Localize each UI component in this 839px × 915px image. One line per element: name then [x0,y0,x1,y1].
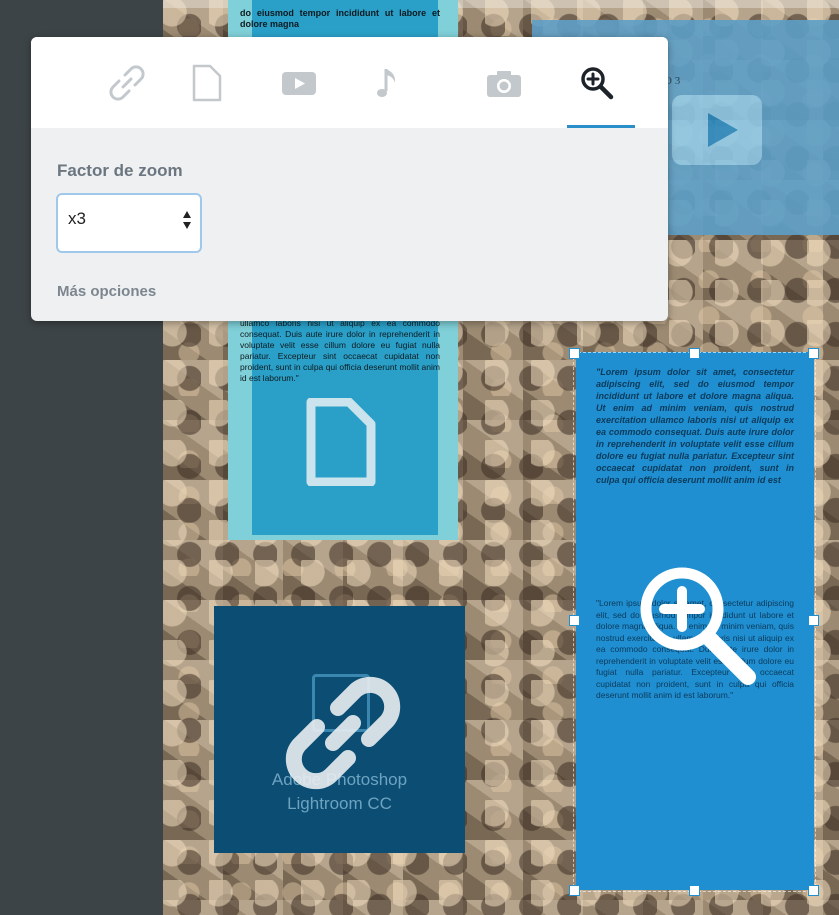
resize-handle-bottom-left[interactable] [569,885,580,896]
tab-document[interactable] [156,37,256,128]
zoom-factor-select[interactable]: x3 [54,191,204,255]
zoom-in-icon [581,66,614,99]
resize-handle-bottom[interactable] [689,885,700,896]
resize-handle-right[interactable] [808,615,819,626]
document-overlay-icon [306,398,376,486]
tab-music[interactable] [339,37,439,128]
link-icon [109,64,145,101]
zoom-factor-label: Factor de zoom [57,161,183,180]
text-card-body-text: ullamco laboris nisi ut aliquip ex ea co… [240,318,440,383]
popup-tab-bar [31,37,668,128]
music-note-icon [377,68,396,97]
resize-handle-bottom-right[interactable] [808,885,819,896]
tab-video[interactable] [249,37,349,128]
tab-zoom[interactable] [547,37,647,128]
resize-handle-top[interactable] [689,348,700,359]
text-card-top-text: do eiusmod tempor incididunt ut labore e… [240,8,440,29]
zoom-overlay-icon [640,567,756,685]
play-icon[interactable] [672,95,762,165]
select-updown-icon [183,211,191,229]
resize-handle-top-right[interactable] [808,348,819,359]
more-options-link[interactable]: Más opciones [57,283,156,300]
link-overlay-icon [285,676,401,790]
video-icon [282,71,316,95]
tab-photo[interactable] [454,37,554,128]
zoom-settings-popup: Factor de zoom x3 Más opciones [31,37,668,321]
resize-handle-left[interactable] [569,615,580,626]
zoom-factor-value: x3 [68,209,86,228]
resize-handle-top-left[interactable] [569,348,580,359]
document-icon [192,64,222,101]
camera-icon [487,70,521,97]
